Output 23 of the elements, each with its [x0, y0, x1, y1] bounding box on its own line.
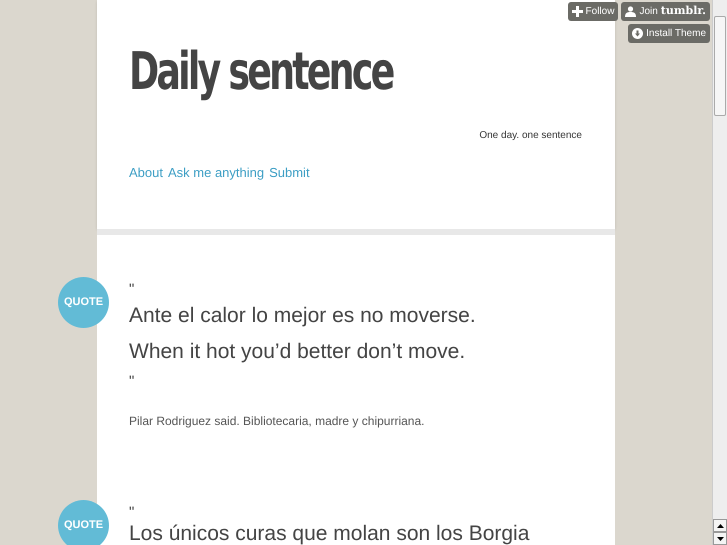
nav-link[interactable]: Submit	[269, 163, 310, 182]
join-label: Join	[639, 5, 658, 19]
scroll-thumb[interactable]	[714, 16, 726, 116]
install-theme-button[interactable]: Install Theme	[628, 24, 710, 43]
quote-mark: "	[129, 282, 136, 298]
quote-source: Pilar Rodriguez said. Bibliotecaria, madre y chipurriana.	[129, 413, 426, 430]
nav-link[interactable]: Ask me anything	[168, 163, 264, 182]
plus-icon	[572, 6, 583, 17]
quote-text: Los únicos curas que molan son los Borgia	[129, 522, 530, 545]
quote-badge[interactable]: QUOTE	[58, 500, 109, 545]
quote-mark: "	[129, 505, 136, 521]
blog-title: Daily sentence	[129, 41, 392, 104]
nav-link[interactable]: About	[129, 163, 163, 182]
download-icon	[632, 28, 644, 39]
quote-text: Ante el calor lo mejor es no moverse.	[129, 303, 477, 329]
tumblr-logo: tumblr.	[660, 3, 706, 20]
quote-mark: "	[129, 374, 136, 390]
quote-text: When it hot you’d better don’t move.	[129, 339, 466, 365]
follow-button[interactable]: Follow	[568, 2, 618, 21]
join-button[interactable]: Join tumblr.	[621, 2, 710, 21]
quote-badge[interactable]: QUOTE	[58, 277, 109, 328]
person-icon	[625, 6, 636, 17]
tagline: One day. one sentence	[479, 129, 582, 143]
